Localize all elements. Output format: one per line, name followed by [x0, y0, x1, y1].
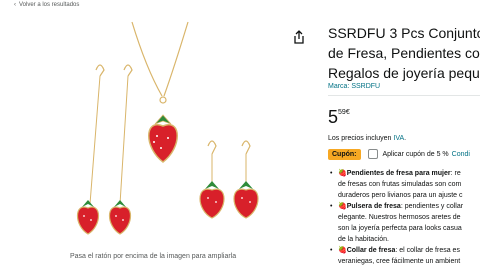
iva-link[interactable]: IVA: [393, 135, 404, 142]
list-item: • 🍓Pulsera de fresa: pendientes y collar…: [330, 203, 464, 243]
product-title-line: SSRDFU 3 Pcs Conjunto d: [328, 25, 480, 41]
price-currency: €: [345, 109, 350, 116]
tax-note: Los precios incluyen IVA.: [328, 135, 407, 142]
chevron-left-icon: ‹: [14, 2, 16, 8]
product-title-line: de Fresa, Pendientes con: [328, 45, 480, 61]
strawberry-emoji-icon: 🍓: [338, 170, 347, 177]
product-title-line: Regalos de joyería peque: [328, 65, 480, 81]
brand-link[interactable]: Marca: SSRDFU: [328, 83, 380, 90]
coupon-label[interactable]: Aplicar cupón de 5 %: [383, 151, 449, 158]
price: 559€: [328, 107, 350, 128]
coupon-terms-link[interactable]: Condi: [452, 151, 470, 158]
list-item: • 🍓Pendientes de fresa para mujer: re de…: [330, 170, 463, 199]
strawberry-emoji-icon: 🍓: [338, 247, 347, 254]
share-icon[interactable]: [291, 29, 307, 45]
strawberry-emoji-icon: 🍓: [338, 203, 347, 210]
divider: [328, 95, 480, 96]
price-fraction: 59: [338, 109, 346, 116]
feature-list: • 🍓Pendientes de fresa para mujer: re de…: [330, 168, 480, 267]
zoom-hint: Pasa el ratón por encima de la imagen pa…: [70, 253, 237, 260]
list-item: • 🍓Collar de fresa: el collar de fresa e…: [330, 247, 461, 265]
back-to-results-link[interactable]: ‹ Volver a los resultados: [14, 2, 79, 8]
price-whole: 5: [328, 107, 339, 127]
apply-coupon-checkbox[interactable]: [367, 149, 378, 159]
coupon-row: Cupón: Aplicar cupón de 5 % Condi: [328, 147, 470, 161]
product-title: SSRDFU 3 Pcs Conjunto d de Fresa, Pendie…: [328, 23, 480, 83]
product-image[interactable]: [60, 18, 300, 250]
coupon-badge: Cupón:: [328, 148, 361, 160]
